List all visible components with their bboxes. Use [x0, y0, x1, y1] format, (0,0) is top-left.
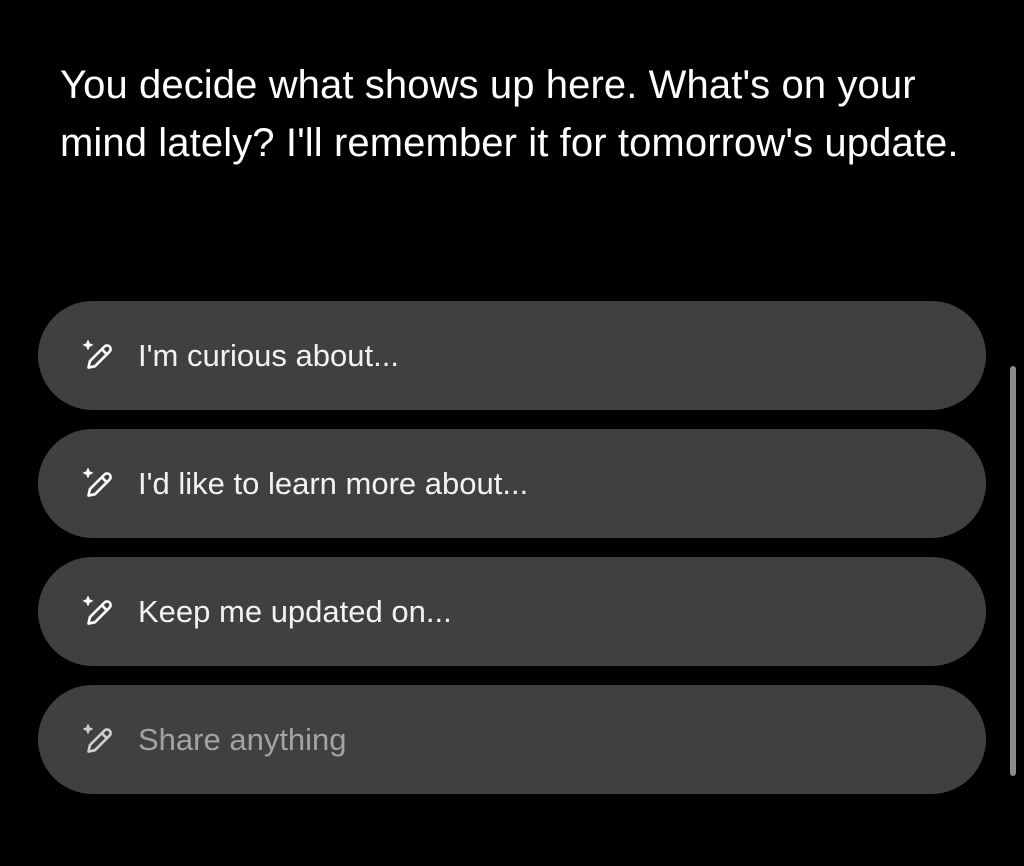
share-input-placeholder: Share anything: [138, 721, 347, 757]
sparkle-pencil-icon: [80, 465, 118, 503]
prompt-text: You decide what shows up here. What's on…: [60, 63, 959, 165]
suggestion-curious-about[interactable]: I'm curious about...: [38, 301, 986, 410]
suggestion-label: Keep me updated on...: [138, 593, 452, 629]
sparkle-pencil-icon: [80, 593, 118, 631]
sparkle-pencil-icon: [80, 337, 118, 375]
scrollbar[interactable]: [1010, 366, 1016, 776]
suggestion-keep-updated[interactable]: Keep me updated on...: [38, 557, 986, 666]
sparkle-pencil-icon: [80, 721, 118, 759]
share-anything-input[interactable]: Share anything: [38, 685, 986, 794]
suggestion-learn-more[interactable]: I'd like to learn more about...: [38, 429, 986, 538]
suggestion-label: I'm curious about...: [138, 337, 399, 373]
suggestion-list: I'm curious about... I'd like to learn m…: [38, 301, 986, 813]
suggestion-label: I'd like to learn more about...: [138, 465, 529, 501]
